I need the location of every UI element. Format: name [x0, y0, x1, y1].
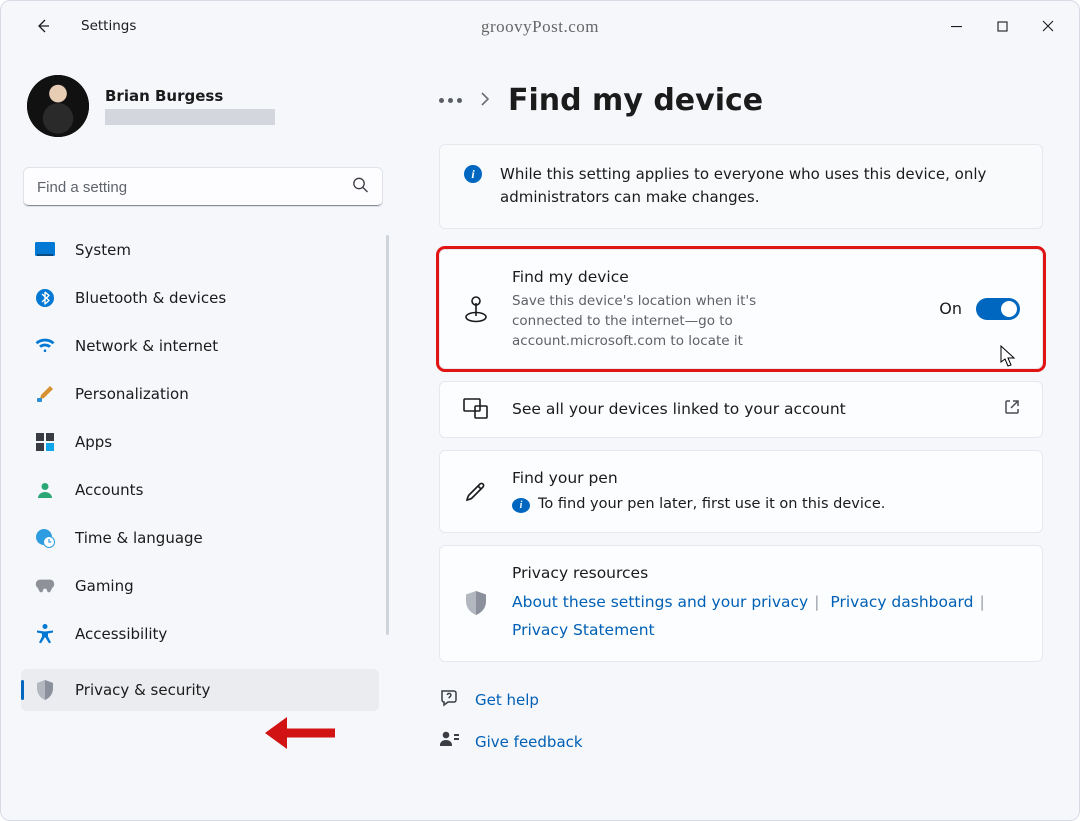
account-block[interactable]: Brian Burgess: [21, 67, 385, 163]
card-description: Save this device's location when it's co…: [512, 291, 812, 352]
card-title: Find my device: [512, 266, 917, 289]
avatar: [27, 75, 89, 137]
privacy-resources-card: Privacy resources About these settings a…: [439, 545, 1043, 662]
toggle-state-label: On: [939, 299, 962, 318]
back-button[interactable]: [25, 8, 61, 44]
search-input[interactable]: [23, 167, 383, 207]
help-section: Get help Give feedback: [439, 688, 1043, 754]
nav-label: Accessibility: [75, 625, 167, 643]
find-my-device-toggle[interactable]: [976, 298, 1020, 320]
sidebar: Brian Burgess System: [1, 51, 403, 820]
feedback-label: Give feedback: [475, 733, 583, 751]
settings-window: Settings groovyPost.com Brian Burgess: [0, 0, 1080, 821]
sidebar-item-apps[interactable]: Apps: [21, 421, 379, 463]
pen-icon: [462, 479, 490, 503]
sidebar-item-accounts[interactable]: Accounts: [21, 469, 379, 511]
close-icon: [1042, 20, 1054, 32]
card-title: Find your pen: [512, 467, 1020, 490]
sidebar-item-personalization[interactable]: Personalization: [21, 373, 379, 415]
get-help-link[interactable]: Get help: [439, 688, 1043, 712]
wifi-icon: [35, 336, 55, 356]
nav-label: Privacy & security: [75, 681, 210, 699]
gamepad-icon: [35, 576, 55, 596]
apps-icon: [35, 432, 55, 452]
sidebar-item-network[interactable]: Network & internet: [21, 325, 379, 367]
shield-icon: [462, 591, 490, 615]
breadcrumb: Find my device: [439, 83, 1043, 118]
person-icon: [35, 480, 55, 500]
scrollbar[interactable]: [386, 235, 389, 635]
nav-label: Apps: [75, 433, 112, 451]
watermark-text: groovyPost.com: [481, 17, 599, 37]
sidebar-item-privacy[interactable]: Privacy & security: [21, 669, 379, 711]
nav-label: System: [75, 241, 131, 259]
minimize-icon: [951, 21, 962, 32]
sidebar-item-system[interactable]: System: [21, 229, 379, 271]
nav-label: Personalization: [75, 385, 189, 403]
nav-label: Bluetooth & devices: [75, 289, 226, 307]
find-my-device-card: Find my device Save this device's locati…: [439, 249, 1043, 369]
minimize-button[interactable]: [933, 11, 979, 41]
sidebar-item-time[interactable]: Time & language: [21, 517, 379, 559]
maximize-button[interactable]: [979, 11, 1025, 41]
location-pin-icon: [462, 295, 490, 323]
devices-icon: [462, 398, 490, 420]
help-icon: [439, 688, 459, 712]
privacy-links: About these settings and your privacy| P…: [512, 589, 1020, 645]
info-icon: i: [464, 165, 482, 183]
nav-list: System Bluetooth & devices Network & int…: [21, 229, 385, 711]
account-email-redacted: [105, 109, 275, 125]
find-pen-card: Find your pen i To find your pen later, …: [439, 450, 1043, 533]
page-title: Find my device: [508, 83, 763, 118]
sidebar-item-gaming[interactable]: Gaming: [21, 565, 379, 607]
nav-label: Time & language: [75, 529, 203, 547]
banner-text: While this setting applies to everyone w…: [500, 163, 1018, 210]
breadcrumb-overflow-button[interactable]: [439, 98, 462, 103]
bluetooth-icon: [35, 288, 55, 308]
nav-label: Accounts: [75, 481, 143, 499]
annotation-arrow: [265, 715, 335, 755]
search-icon: [352, 177, 369, 198]
chevron-right-icon: [480, 91, 490, 110]
privacy-statement-link[interactable]: Privacy Statement: [512, 621, 655, 639]
info-banner: i While this setting applies to everyone…: [439, 144, 1043, 229]
brush-icon: [35, 384, 55, 404]
system-icon: [35, 240, 55, 260]
card-title: Privacy resources: [512, 562, 1020, 585]
title-bar: Settings groovyPost.com: [1, 1, 1079, 51]
back-arrow-icon: [35, 18, 51, 34]
sidebar-item-accessibility[interactable]: Accessibility: [21, 613, 379, 655]
accessibility-icon: [35, 624, 55, 644]
feedback-icon: [439, 730, 459, 754]
card-description: To find your pen later, first use it on …: [538, 494, 885, 516]
close-button[interactable]: [1025, 11, 1071, 41]
app-title: Settings: [81, 18, 136, 34]
globe-clock-icon: [35, 528, 55, 548]
maximize-icon: [997, 21, 1008, 32]
account-name: Brian Burgess: [105, 87, 275, 105]
sidebar-item-bluetooth[interactable]: Bluetooth & devices: [21, 277, 379, 319]
external-link-icon: [1004, 399, 1020, 419]
nav-label: Gaming: [75, 577, 134, 595]
card-title: See all your devices linked to your acco…: [512, 398, 982, 421]
privacy-dashboard-link[interactable]: Privacy dashboard: [830, 593, 973, 611]
search-box[interactable]: [23, 167, 383, 207]
linked-devices-card[interactable]: See all your devices linked to your acco…: [439, 381, 1043, 438]
main-content: Find my device i While this setting appl…: [403, 51, 1079, 820]
about-privacy-link[interactable]: About these settings and your privacy: [512, 593, 808, 611]
nav-label: Network & internet: [75, 337, 218, 355]
give-feedback-link[interactable]: Give feedback: [439, 730, 1043, 754]
info-icon: i: [512, 498, 530, 513]
window-controls: [933, 11, 1071, 41]
shield-icon: [35, 680, 55, 700]
help-label: Get help: [475, 691, 539, 709]
